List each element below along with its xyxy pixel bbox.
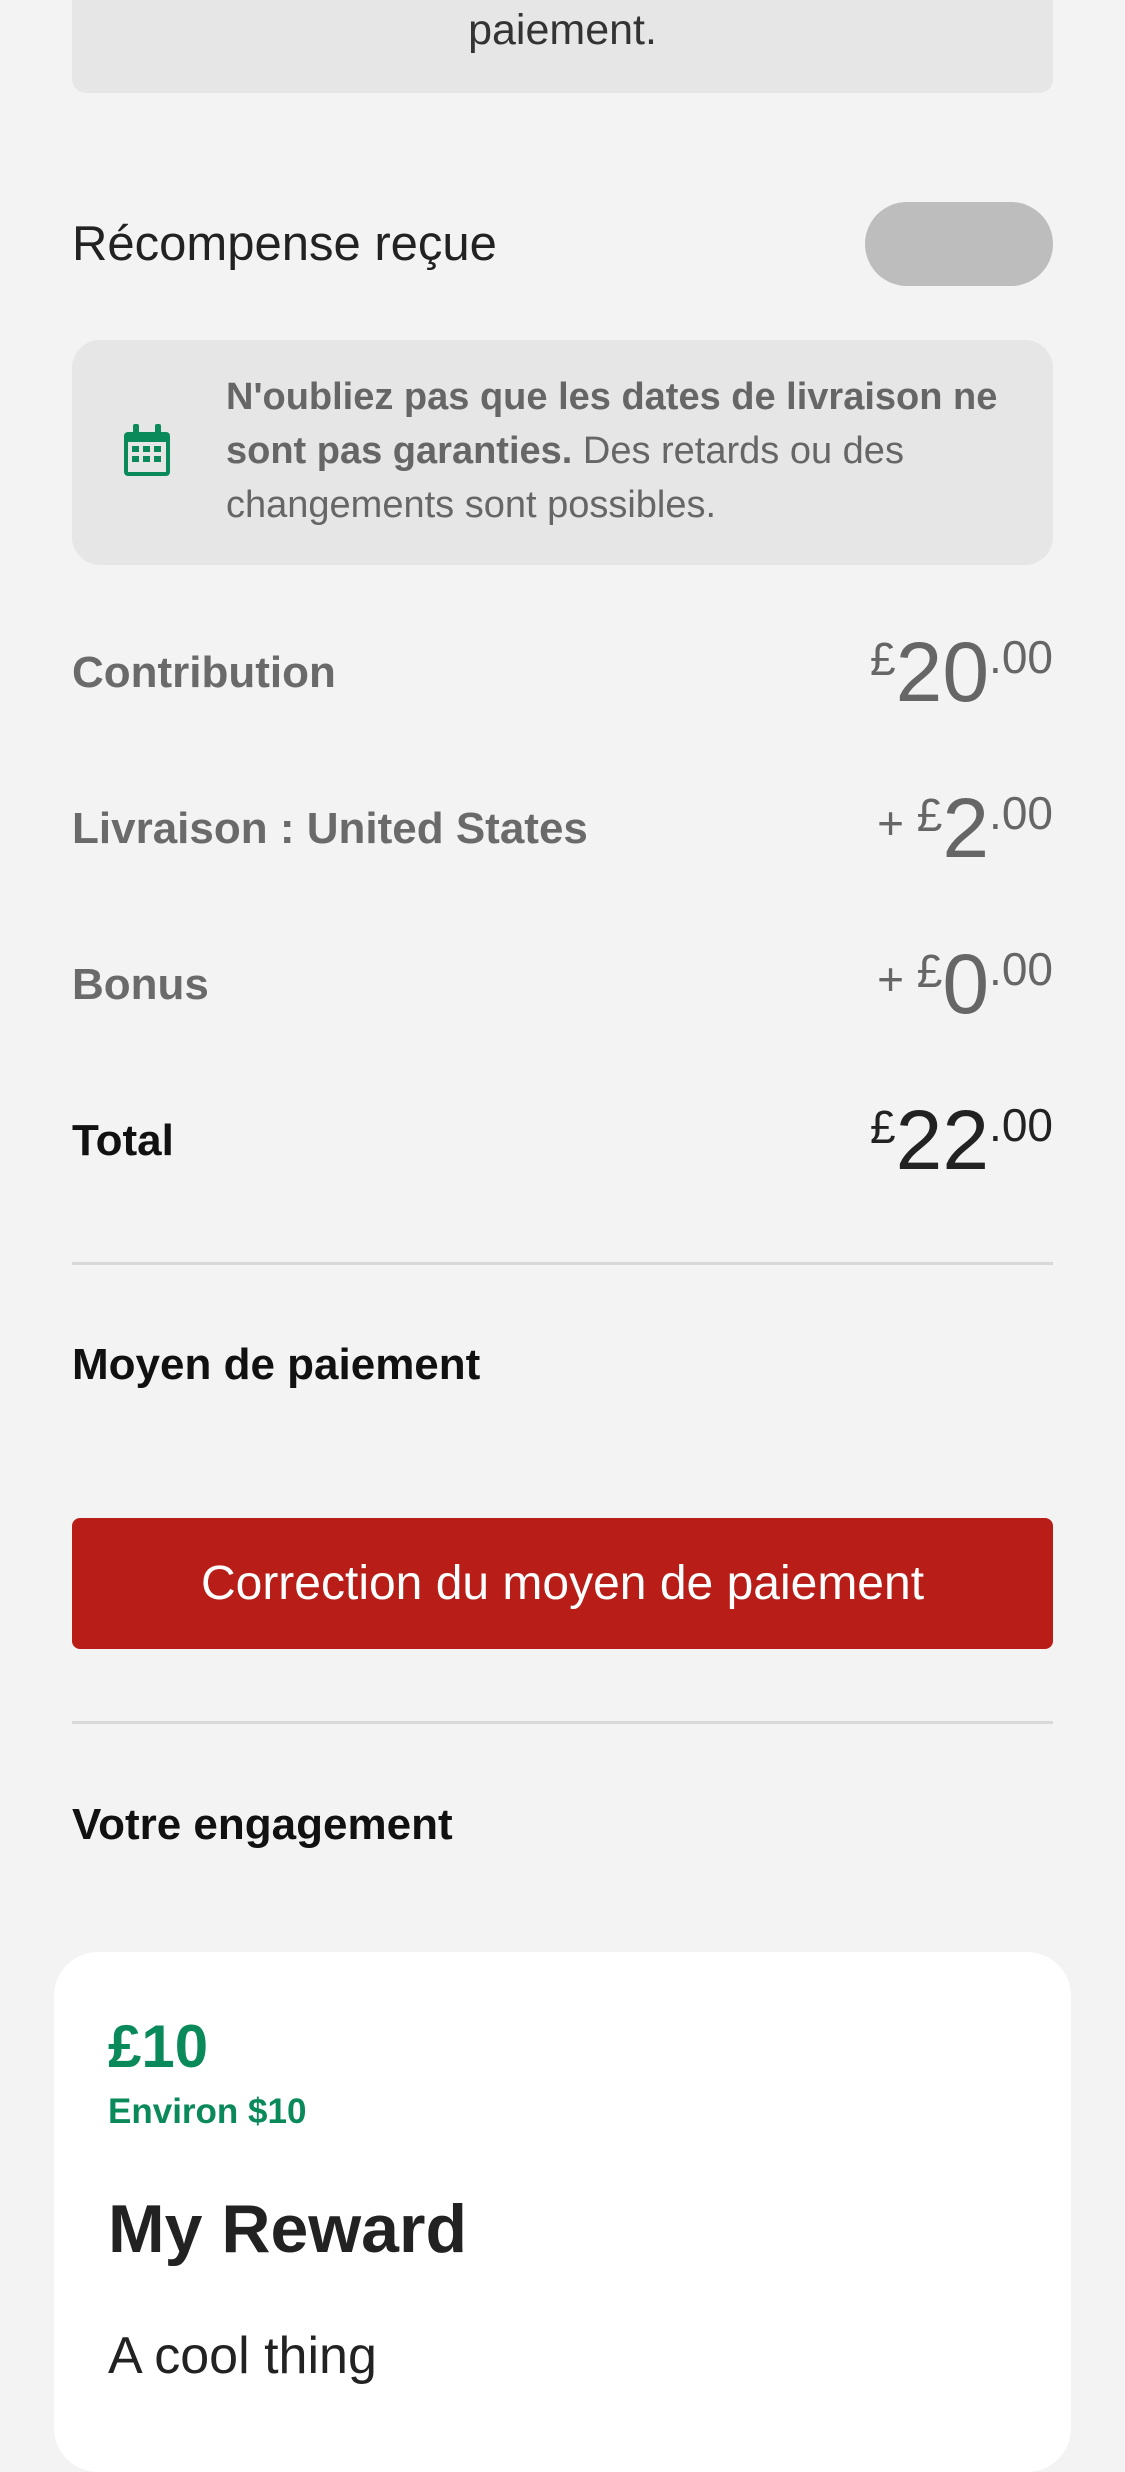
amount-prefix: +: [877, 797, 917, 849]
amount-whole: 22: [895, 1093, 990, 1187]
reward-description: A cool thing: [108, 2327, 377, 2385]
delivery-notice-text: N'oubliez pas que les dates de livraison…: [226, 370, 1026, 532]
amount-whole: 20: [895, 625, 990, 719]
fix-payment-method-button[interactable]: Correction du moyen de paiement: [72, 1518, 1053, 1649]
reward-received-row: Récompense reçue: [72, 202, 1053, 286]
currency-symbol: £: [916, 945, 943, 997]
payment-notice-box: paiement.: [72, 0, 1053, 93]
pledge-price: £10: [108, 2013, 209, 2080]
reward-received-toggle[interactable]: [865, 202, 1053, 286]
divider: [72, 1721, 1053, 1724]
bonus-row: Bonus + £0.00: [72, 942, 1053, 1042]
contribution-label: Contribution: [72, 648, 336, 697]
delivery-date-notice: N'oubliez pas que les dates de livraison…: [72, 340, 1053, 565]
amount-whole: 0: [942, 937, 990, 1031]
amount-cents: .00: [989, 943, 1053, 995]
amount-cents: .00: [989, 631, 1053, 683]
divider: [72, 1262, 1053, 1265]
your-pledge-title: Votre engagement: [72, 1800, 453, 1849]
pledge-manager-page: paiement. Récompense reçue N'oubliez pas…: [0, 0, 1125, 2472]
shipping-amount: + £2.00: [877, 786, 1053, 870]
calendar-icon: [124, 424, 170, 476]
shipping-row: Livraison : United States + £2.00: [72, 786, 1053, 886]
reward-received-label: Récompense reçue: [72, 217, 497, 271]
total-label: Total: [72, 1116, 174, 1165]
pledge-approx-price: Environ $10: [108, 2092, 307, 2131]
total-row: Total £22.00: [72, 1098, 1053, 1198]
pledge-reward-card[interactable]: £10 Environ $10 My Reward A cool thing: [54, 1952, 1071, 2472]
currency-symbol: £: [870, 1101, 896, 1153]
reward-title: My Reward: [108, 2191, 467, 2267]
amount-cents: .00: [989, 1099, 1053, 1151]
payment-method-title: Moyen de paiement: [72, 1340, 481, 1389]
contribution-row: Contribution £20.00: [72, 630, 1053, 730]
payment-notice-text: paiement.: [468, 6, 657, 54]
amount-whole: 2: [942, 781, 990, 875]
currency-symbol: £: [870, 633, 896, 685]
amount-prefix: +: [877, 953, 917, 1005]
shipping-label: Livraison : United States: [72, 804, 588, 853]
amount-cents: .00: [989, 787, 1053, 839]
total-amount: £22.00: [870, 1098, 1053, 1182]
bonus-amount: + £0.00: [877, 942, 1053, 1026]
contribution-amount: £20.00: [870, 630, 1053, 714]
currency-symbol: £: [916, 789, 943, 841]
bonus-label: Bonus: [72, 960, 209, 1009]
